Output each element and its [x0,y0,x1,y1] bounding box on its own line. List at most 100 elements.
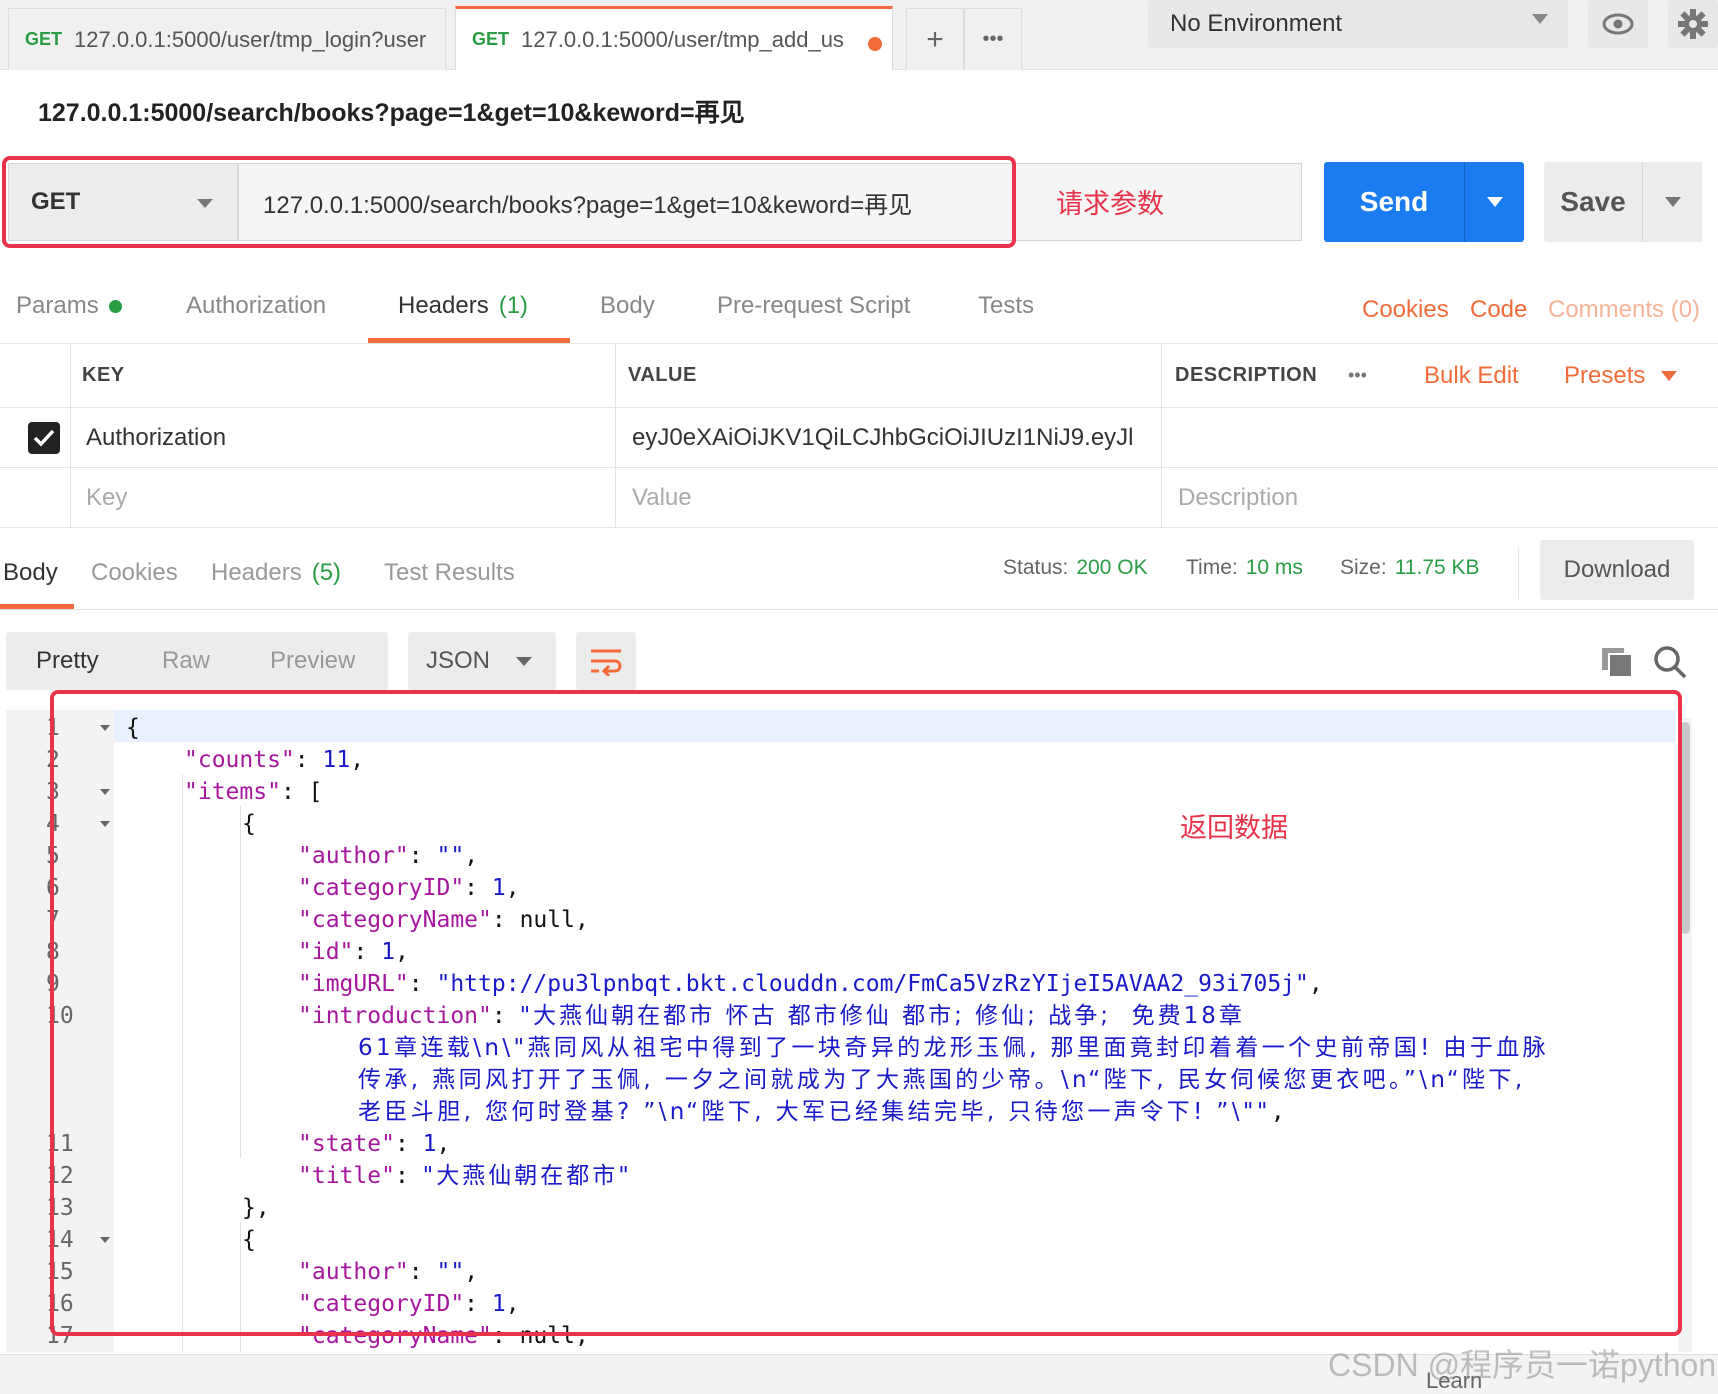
settings-button[interactable] [1668,0,1718,48]
send-options-button[interactable] [1464,162,1524,242]
active-line-highlight [114,710,1676,742]
format-preview[interactable]: Preview [270,632,355,690]
download-button[interactable]: Download [1540,540,1694,600]
tab-response-headers[interactable]: Headers (5) [211,536,341,610]
indent-guide [240,1222,241,1352]
indent-guide [240,806,241,1158]
response-data-annotation: 返回数据 [1180,813,1288,843]
status-value: 200 OK [1076,556,1148,579]
editor-scroll-thumb[interactable] [1680,722,1690,934]
line-number: 9 [46,971,60,997]
tab-response-headers-label: Headers [211,559,302,586]
presets-dropdown[interactable]: Presets [1564,344,1678,407]
line-number: 5 [46,843,60,869]
fold-arrow-icon[interactable] [100,725,110,731]
send-button[interactable]: Send [1324,162,1464,242]
wrap-lines-button[interactable] [576,632,636,690]
tab-method: GET [25,29,63,49]
line-number: 11 [46,1131,74,1157]
new-key-input[interactable]: Key [86,468,127,527]
chevron-down-icon [1486,197,1503,207]
tab-response-headers-count: (5) [311,559,342,586]
tab-response-cookies[interactable]: Cookies [91,536,178,610]
size-info: Size: 11.75 KB [1340,556,1480,580]
response-body-editor[interactable]: 1{ 2 "counts": 11, 3 "items": [ 4{ 5 "autho… [6,710,1696,1352]
tab-authorization[interactable]: Authorization [186,268,326,344]
chevron-down-icon [1664,197,1681,207]
tab-headers-count: (1) [498,292,529,319]
header-value-cell[interactable]: eyJ0eXAiOiJKV1QiLCJhbGciOiJIUzI1NiJ9.eyJ… [632,408,1132,467]
column-value: VALUE [628,364,697,386]
active-dot-icon [108,299,122,313]
chevron-down-icon [1532,14,1548,24]
column-divider [1161,344,1162,528]
save-button[interactable]: Save [1544,162,1642,242]
fold-arrow-icon[interactable] [100,789,110,795]
save-options-button[interactable] [1642,162,1702,242]
table-more-button[interactable]: ••• [1348,344,1367,407]
language-select[interactable]: JSON [408,632,556,690]
format-raw[interactable]: Raw [162,632,210,690]
tab-test-results[interactable]: Test Results [384,536,515,610]
tab-title: 127.0.0.1:5000/user/tmp_add_us [521,26,844,52]
fold-arrow-icon[interactable] [100,1237,110,1243]
column-divider [70,344,71,528]
eye-icon [1602,13,1634,35]
request-tab-login[interactable]: GET 127.0.0.1:5000/user/tmp_login?user [8,8,446,70]
tab-headers[interactable]: Headers (1) [398,268,528,344]
tab-params[interactable]: Params [16,268,122,344]
table-row-new: Key Value Description [0,468,1718,528]
line-number: 8 [46,939,60,965]
tab-more-button[interactable]: ••• [964,8,1022,70]
request-tab-add-user[interactable]: GET 127.0.0.1:5000/user/tmp_add_us [455,6,893,70]
fold-arrow-icon[interactable] [100,821,110,827]
new-tab-button[interactable]: + [906,8,964,70]
line-number: 15 [46,1259,74,1285]
tab-authorization-label: Authorization [186,292,327,319]
chevron-down-icon [1661,370,1678,381]
line-number: 2 [46,747,60,773]
tab-tests[interactable]: Tests [978,268,1034,344]
copy-icon[interactable] [1600,646,1634,678]
request-params-annotation: 请求参数 [1056,189,1164,219]
column-divider [615,344,616,528]
header-key-cell[interactable]: Authorization [86,408,226,467]
tab-tests-label: Tests [978,292,1035,319]
search-icon[interactable] [1652,644,1688,680]
chevron-down-icon [516,657,532,666]
time-label: Time: [1186,556,1238,579]
format-pretty[interactable]: Pretty [36,632,99,690]
header-enabled-checkbox[interactable] [28,408,60,467]
tab-response-body[interactable]: Body [3,536,58,610]
line-number: 3 [46,779,60,805]
active-response-tab-indicator [0,604,74,609]
time-info: Time: 10 ms [1186,556,1303,580]
environment-quick-look-button[interactable] [1588,0,1648,48]
unsaved-dot-icon [868,37,882,51]
presets-label: Presets [1564,361,1646,389]
checkmark-icon [28,421,60,454]
status-info: Status: 200 OK [1003,556,1148,580]
new-value-input[interactable]: Value [632,468,692,527]
new-description-input[interactable]: Description [1178,468,1298,527]
http-method-select[interactable]: GET [8,163,238,241]
status-label: Status: [1003,556,1069,579]
tab-prerequest-script[interactable]: Pre-request Script [717,268,910,344]
tab-title: 127.0.0.1:5000/user/tmp_login?user [74,26,427,52]
wrap-lines-icon [591,649,622,676]
request-tabs: Params Authorization Headers (1) Body Pre… [0,268,1718,344]
tab-body[interactable]: Body [600,268,655,344]
table-row: Authorization eyJ0eXAiOiJKV1QiLCJhbGciOi… [0,408,1718,468]
comments-link[interactable]: Comments (0) [1548,296,1700,324]
request-name[interactable]: 127.0.0.1:5000/search/books?page=1&get=1… [38,93,745,129]
http-method-label: GET [31,188,81,215]
table-header-row: KEY VALUE DESCRIPTION ••• Bulk Edit Pres… [0,344,1718,408]
plus-icon: + [926,22,944,56]
bulk-edit-link[interactable]: Bulk Edit [1424,344,1519,407]
environment-select[interactable]: No Environment [1148,0,1568,48]
chevron-down-icon [197,199,213,208]
cookies-link[interactable]: Cookies [1362,296,1449,324]
code-link[interactable]: Code [1470,296,1527,324]
tab-method: GET [472,29,510,49]
header-description-cell[interactable] [1163,408,1703,467]
